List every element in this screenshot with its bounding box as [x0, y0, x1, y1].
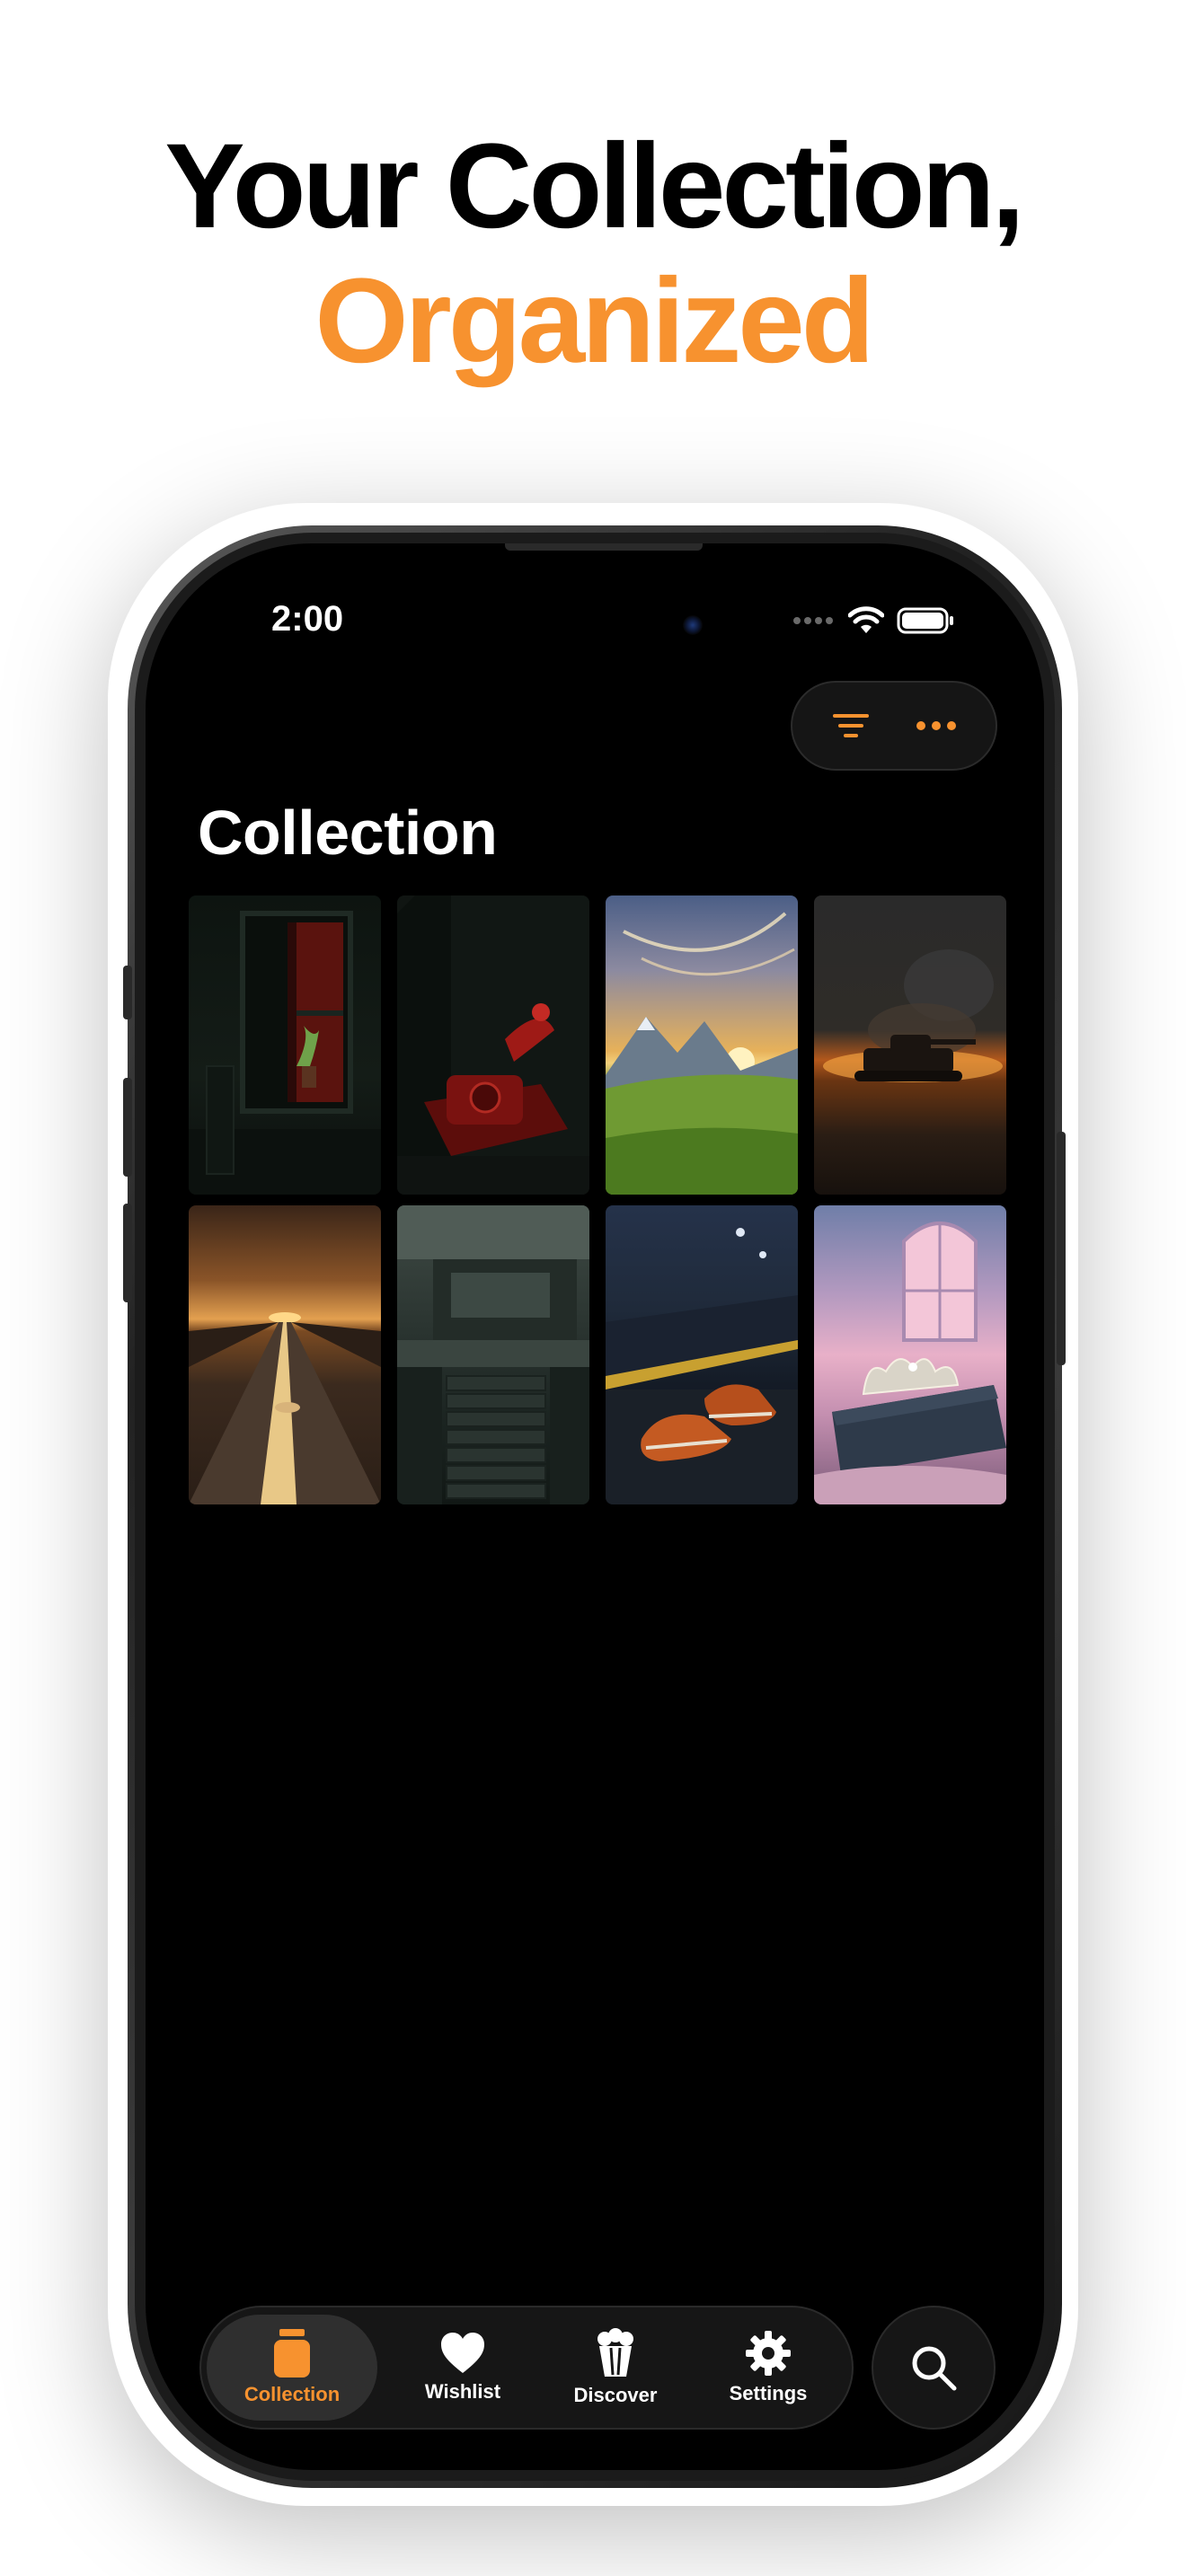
- red-telephone-artwork: [397, 895, 589, 1195]
- collection-item[interactable]: [189, 895, 381, 1195]
- collection-item[interactable]: [814, 895, 1006, 1195]
- toolbar-pill: [791, 681, 997, 771]
- tank-battlefield-artwork: [823, 949, 1003, 1082]
- filter-lines-icon[interactable]: [831, 710, 871, 741]
- tab-label: Wishlist: [424, 2380, 501, 2403]
- tab-collection[interactable]: Collection: [207, 2315, 377, 2421]
- headline-subtitle: Organized: [314, 254, 874, 388]
- status-icons: [792, 606, 954, 635]
- phone-power-button: [1057, 1132, 1066, 1365]
- phone-action-button: [123, 966, 132, 1019]
- popcorn-icon: [597, 2328, 633, 2377]
- signal-dots-icon: [793, 617, 833, 624]
- tab-settings[interactable]: Settings: [683, 2315, 854, 2421]
- phone-volume-down-button: [123, 1204, 132, 1302]
- collection-item[interactable]: [189, 1205, 381, 1504]
- heart-icon: [441, 2333, 484, 2373]
- battery-icon: [897, 607, 953, 634]
- tab-bar: Collection Wishlist Discover Settings: [199, 2306, 854, 2430]
- desert-road-artwork: [189, 1312, 381, 1504]
- ellipsis-icon[interactable]: [916, 720, 957, 731]
- headline-title: Your Collection,: [164, 119, 1024, 253]
- tab-discover[interactable]: Discover: [530, 2315, 701, 2421]
- phone-screen: 2:00 Collection Collection Wishlist Disc…: [146, 543, 1044, 2470]
- phone-volume-up-button: [123, 1078, 132, 1177]
- jar-icon: [274, 2329, 310, 2378]
- window-plant-artwork: [189, 911, 381, 1195]
- search-icon: [912, 2346, 957, 2391]
- collection-item[interactable]: [397, 1205, 589, 1504]
- tiara-book-artwork: [814, 1222, 1006, 1504]
- collection-item[interactable]: [606, 1205, 798, 1504]
- tab-label: Collection: [243, 2383, 341, 2405]
- wifi-icon: [848, 606, 884, 633]
- gear-icon: [746, 2331, 791, 2376]
- tab-label: Settings: [729, 2382, 808, 2404]
- front-camera: [683, 615, 703, 635]
- page-title: Collection: [198, 798, 498, 868]
- tab-label: Discover: [573, 2384, 658, 2406]
- collection-grid: [189, 895, 1006, 1504]
- collection-item[interactable]: [397, 895, 589, 1195]
- mountain-meadow-artwork: [606, 912, 798, 1195]
- status-time: 2:00: [271, 599, 344, 639]
- phone-top-speaker: [505, 543, 703, 551]
- sneakers-platform-artwork: [606, 1228, 798, 1504]
- tab-wishlist[interactable]: Wishlist: [377, 2315, 548, 2421]
- collection-item[interactable]: [606, 895, 798, 1195]
- concrete-building-artwork: [397, 1205, 589, 1504]
- search-button[interactable]: [872, 2306, 996, 2430]
- collection-item[interactable]: [814, 1205, 1006, 1504]
